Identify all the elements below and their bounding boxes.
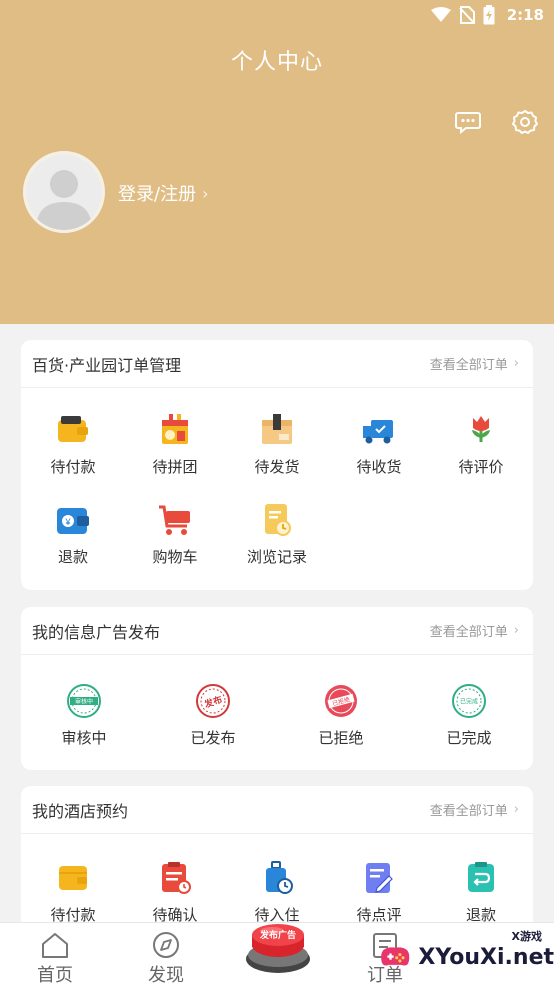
item-label: 待付款 — [50, 458, 96, 476]
order-item-pending-payment[interactable]: 待付款 — [23, 412, 123, 477]
item-label: 待评价 — [458, 458, 504, 476]
delivery-truck-icon — [363, 420, 393, 444]
publish-ad-button-icon: 发布广告 — [246, 924, 310, 973]
completed-stamp-icon: 已完成 — [452, 684, 486, 718]
order-item-pending-receipt[interactable]: 待收货 — [329, 412, 429, 477]
chevron-right-icon: › — [513, 356, 519, 371]
wallet-icon — [58, 416, 88, 442]
item-label: 待发货 — [254, 458, 300, 476]
wifi-icon — [430, 7, 451, 22]
compass-icon — [153, 932, 179, 958]
avatar[interactable] — [23, 151, 105, 233]
watermark-small-text: X游戏 — [511, 930, 542, 943]
nav-home[interactable]: 首页 — [15, 931, 95, 986]
ads-card: 我的信息广告发布 查看全部订单 › 审核中 审核中 发布 已发布 已拒绝 已拒绝… — [21, 607, 533, 770]
svg-text:审核中: 审核中 — [75, 698, 93, 706]
flower-review-icon — [472, 416, 490, 442]
watermark-text: XYouXi.net — [418, 944, 554, 970]
clipboard-clock-icon — [162, 862, 191, 894]
wallet-icon — [59, 866, 87, 890]
order-item-pending-shipment[interactable]: 待发货 — [227, 412, 327, 477]
hotel-view-all-label: 查看全部订单 — [429, 804, 508, 819]
order-item-refund[interactable]: ¥ 退款 — [23, 502, 123, 567]
gamepad-logo-icon — [381, 947, 410, 966]
ads-card-title: 我的信息广告发布 — [32, 622, 161, 642]
publish-ad-button[interactable]: 发布广告 — [244, 917, 312, 977]
default-avatar-icon — [26, 154, 102, 230]
svg-text:发布: 发布 — [202, 693, 224, 710]
ad-item-reviewing[interactable]: 审核中 审核中 — [34, 683, 134, 748]
svg-text:已完成: 已完成 — [460, 698, 478, 706]
battery-icon — [483, 5, 495, 25]
chevron-right-icon: › — [513, 623, 519, 638]
svg-text:¥: ¥ — [64, 517, 71, 527]
status-time: 2:18 — [506, 6, 544, 24]
message-icon[interactable] — [454, 108, 482, 136]
hotel-view-all-link[interactable]: 查看全部订单 › — [430, 800, 519, 819]
edit-doc-icon — [366, 863, 393, 893]
package-icon — [262, 414, 292, 444]
hotel-item-pending-confirm[interactable]: 待确认 — [125, 860, 225, 925]
group-buy-icon — [162, 414, 188, 444]
ad-item-published[interactable]: 发布 已发布 — [163, 683, 263, 748]
login-label: 登录/注册 — [118, 184, 197, 205]
published-stamp-icon: 发布 — [196, 684, 230, 718]
ads-view-all-link[interactable]: 查看全部订单 › — [430, 621, 519, 640]
order-item-group-buy[interactable]: 待拼团 — [125, 412, 225, 477]
luggage-clock-icon — [266, 861, 293, 894]
ads-card-header: 我的信息广告发布 查看全部订单 › — [21, 607, 533, 655]
refund-clipboard-icon — [468, 862, 494, 892]
hotel-card-title: 我的酒店预约 — [32, 801, 129, 821]
order-item-shopping-cart[interactable]: 购物车 — [125, 502, 225, 567]
item-label: 退款 — [57, 548, 88, 566]
status-bar: 2:18 — [0, 0, 554, 30]
hotel-item-pending-checkin[interactable]: 待入住 — [227, 860, 327, 925]
chevron-right-icon: › — [202, 183, 209, 203]
hotel-item-pending-payment[interactable]: 待付款 — [23, 860, 123, 925]
orders-view-all-link[interactable]: 查看全部订单 › — [430, 354, 519, 373]
item-label: 已拒绝 — [318, 729, 364, 747]
nav-discover-label: 发现 — [148, 965, 184, 986]
site-watermark: XYouXi.net X游戏 — [378, 928, 554, 986]
orders-card: 百货·产业园订单管理 查看全部订单 › 待付款 待拼团 待发货 待收货 待评价 … — [21, 340, 533, 590]
item-label: 已发布 — [190, 729, 236, 747]
item-label: 浏览记录 — [246, 548, 307, 566]
rejected-stamp-icon: 已拒绝 — [325, 685, 357, 717]
order-item-browse-history[interactable]: 浏览记录 — [227, 502, 327, 567]
shopping-cart-icon — [159, 505, 190, 535]
profile-header: 2:18 个人中心 登录/注册 › — [0, 0, 554, 324]
item-label: 待收货 — [356, 458, 402, 476]
orders-card-title: 百货·产业园订单管理 — [32, 355, 182, 375]
hotel-item-pending-review[interactable]: 待点评 — [329, 860, 429, 925]
ads-grid: 审核中 审核中 发布 已发布 已拒绝 已拒绝 已完成 已完成 — [21, 655, 533, 770]
history-doc-icon — [265, 504, 291, 536]
nav-discover[interactable]: 发现 — [126, 931, 206, 986]
svg-text:发布广告: 发布广告 — [259, 929, 296, 941]
orders-view-all-label: 查看全部订单 — [429, 358, 508, 373]
login-register-link[interactable]: 登录/注册 › — [118, 180, 208, 206]
hotel-item-refund[interactable]: 退款 — [431, 860, 531, 925]
chevron-right-icon: › — [513, 802, 519, 817]
ad-item-completed[interactable]: 已完成 已完成 — [419, 683, 519, 748]
refund-wallet-icon: ¥ — [57, 508, 89, 534]
item-label: 购物车 — [152, 548, 198, 566]
order-item-pending-review[interactable]: 待评价 — [431, 412, 531, 477]
ads-view-all-label: 查看全部订单 — [429, 625, 508, 640]
item-label: 已完成 — [446, 729, 492, 747]
nav-home-label: 首页 — [37, 965, 73, 986]
gear-icon[interactable] — [511, 108, 539, 136]
no-sim-icon — [458, 6, 475, 24]
reviewing-stamp-icon: 审核中 — [67, 684, 101, 718]
orders-card-header: 百货·产业园订单管理 查看全部订单 › — [21, 340, 533, 388]
home-icon — [42, 933, 68, 958]
hotel-card-header: 我的酒店预约 查看全部订单 › — [21, 786, 533, 834]
ad-item-rejected[interactable]: 已拒绝 已拒绝 — [291, 683, 391, 748]
orders-grid: 待付款 待拼团 待发货 待收货 待评价 ¥ 退款 购物车 浏览记录 — [21, 388, 533, 590]
item-label: 待拼团 — [152, 458, 198, 476]
item-label: 审核中 — [61, 729, 107, 747]
page-title: 个人中心 — [230, 50, 323, 75]
